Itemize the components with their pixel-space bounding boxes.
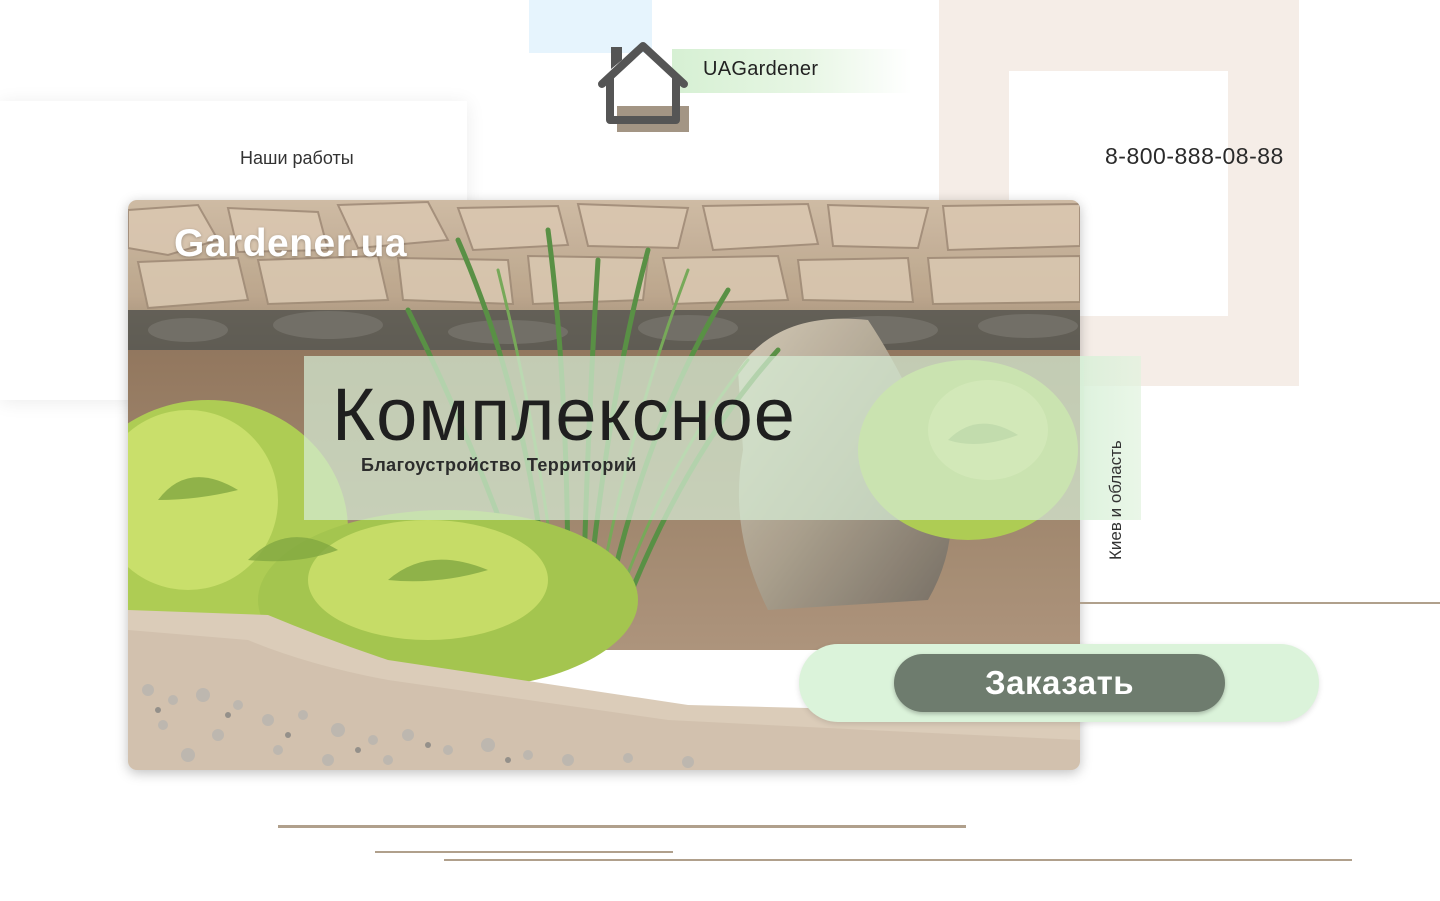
divider-line — [1080, 602, 1440, 604]
divider-line — [444, 859, 1352, 861]
hero-title: Комплексное — [332, 373, 796, 456]
region-label: Киев и область — [1106, 440, 1125, 560]
hero-subtitle: Благоустройство Территорий — [361, 455, 637, 475]
house-icon[interactable] — [593, 36, 693, 128]
order-button[interactable]: Заказать — [894, 654, 1225, 712]
logo-text[interactable]: UAGardener — [703, 58, 818, 81]
nav-link-works[interactable]: Наши работы — [240, 148, 354, 169]
hero-brand: Gardener.ua — [174, 222, 408, 265]
phone-number[interactable]: 8-800-888-08-88 — [1105, 143, 1284, 170]
divider-line — [375, 851, 673, 853]
divider-line — [278, 825, 966, 828]
